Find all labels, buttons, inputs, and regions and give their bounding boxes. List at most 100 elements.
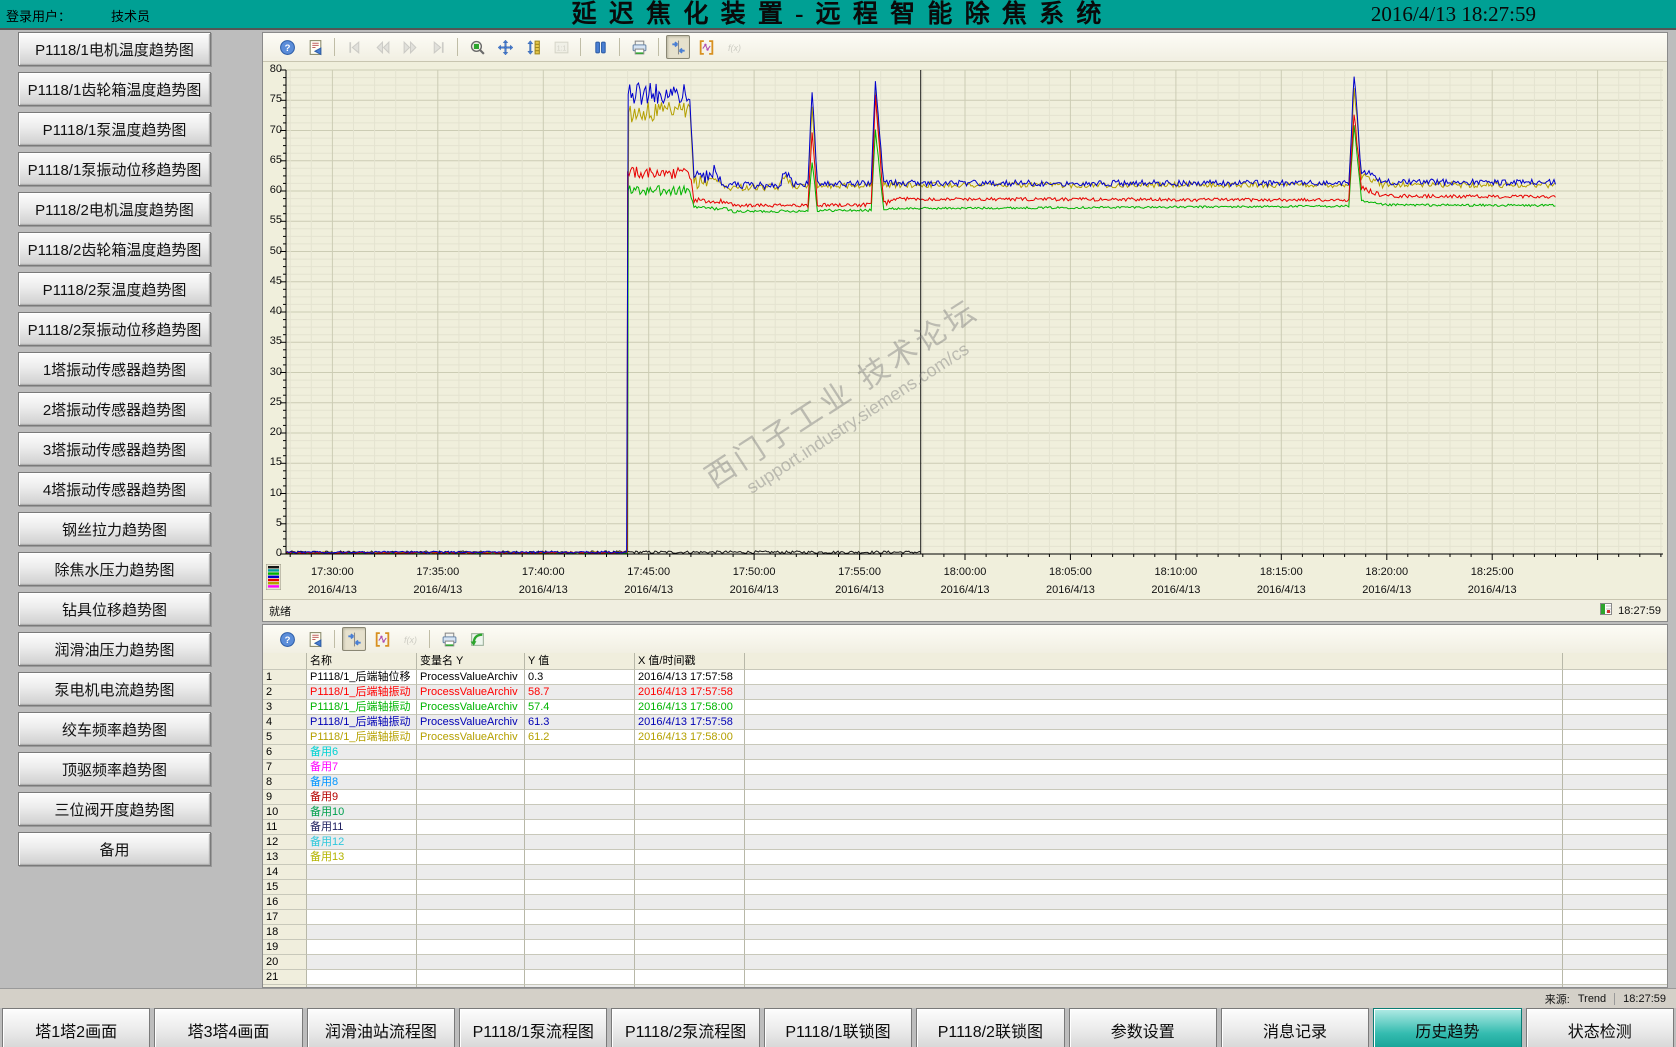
print-icon[interactable] <box>437 627 461 651</box>
sidebar-button-20[interactable]: 三位阀开度趋势图 <box>18 792 211 826</box>
table-cell <box>745 955 1563 970</box>
table-row[interactable]: 12 备用12 <box>263 835 1667 850</box>
sidebar-button-12[interactable]: 4塔振动传感器趋势图 <box>18 472 211 506</box>
sidebar-button-13[interactable]: 钢丝拉力趋势图 <box>18 512 211 546</box>
sidebar-button-15[interactable]: 钻具位移趋势图 <box>18 592 211 626</box>
nav-button-2[interactable]: 塔3塔4画面 <box>154 1008 303 1047</box>
report-icon[interactable] <box>303 35 327 59</box>
table-row[interactable]: 5 P1118/1_后端轴振动 ProcessValueArchiv 61.2 2016… <box>263 730 1667 745</box>
select-icon[interactable] <box>694 35 718 59</box>
ruler-icon[interactable] <box>342 627 366 651</box>
table-row[interactable]: 3 P1118/1_后端轴振动 ProcessValueArchiv 57.4 2016… <box>263 700 1667 715</box>
table-cell <box>525 790 635 805</box>
sidebar-button-2[interactable]: P1118/1齿轮箱温度趋势图 <box>18 72 211 106</box>
table-row[interactable]: 21 <box>263 970 1667 985</box>
x-tick-date: 2016/4/13 <box>1256 583 1306 596</box>
table-row[interactable]: 14 <box>263 865 1667 880</box>
table-cell <box>1563 760 1667 775</box>
table-row[interactable]: 11 备用11 <box>263 820 1667 835</box>
nav-button-9[interactable]: 消息记录 <box>1220 1008 1370 1047</box>
sidebar-button-9[interactable]: 1塔振动传感器趋势图 <box>18 352 211 386</box>
table-row[interactable]: 18 <box>263 925 1667 940</box>
sidebar-button-5[interactable]: P1118/2电机温度趋势图 <box>18 192 211 226</box>
y-axis-tick-label: 50 <box>269 244 282 257</box>
report-icon[interactable] <box>303 627 327 651</box>
nav-button-7[interactable]: P1118/2联锁图 <box>916 1008 1065 1047</box>
sidebar-button-4[interactable]: P1118/1泵振动位移趋势图 <box>18 152 211 186</box>
table-row[interactable]: 1 P1118/1_后端轴位移 ProcessValueArchiv 0.3 2016/… <box>263 670 1667 685</box>
table-cell <box>745 850 1563 865</box>
table-cell: P1118/1_后端轴振动 <box>307 700 417 715</box>
table-row[interactable]: 20 <box>263 955 1667 970</box>
ruler-icon[interactable] <box>666 35 690 59</box>
table-row[interactable]: 19 <box>263 940 1667 955</box>
table-cell <box>635 790 745 805</box>
trend-plot-svg[interactable] <box>280 69 1663 560</box>
nav-button-3[interactable]: 润滑油站流程图 <box>306 1008 456 1047</box>
table-cell <box>1563 895 1667 910</box>
sidebar-button-21[interactable]: 备用 <box>18 832 211 866</box>
table-cell <box>635 760 745 775</box>
y-axis-tick-label: 45 <box>269 274 282 287</box>
x-tick-date: 2016/4/13 <box>518 583 568 596</box>
sidebar-button-18[interactable]: 绞车频率趋势图 <box>18 712 211 746</box>
table-row[interactable]: 2 P1118/1_后端轴振动 ProcessValueArchiv 58.7 2016… <box>263 685 1667 700</box>
table-cell: P1118/1_后端轴振动 <box>307 685 417 700</box>
table-cell <box>1563 790 1667 805</box>
move-icon[interactable] <box>493 35 517 59</box>
table-row[interactable]: 10 备用10 <box>263 805 1667 820</box>
sidebar-button-1[interactable]: P1118/1电机温度趋势图 <box>18 32 211 66</box>
table-cell: ProcessValueArchiv <box>417 700 525 715</box>
nav-button-11[interactable]: 状态检测 <box>1525 1008 1674 1047</box>
toolbar-separator <box>334 38 335 56</box>
help-icon[interactable]: ? <box>275 627 299 651</box>
pause-icon[interactable] <box>588 35 612 59</box>
source-label: 来源: <box>1544 993 1570 1006</box>
table-row[interactable]: 16 <box>263 895 1667 910</box>
vzoom-icon[interactable] <box>521 35 545 59</box>
table-row[interactable]: 4 P1118/1_后端轴振动 ProcessValueArchiv 61.3 2016… <box>263 715 1667 730</box>
x-axis-tick-label: 18:15:00 2016/4/13 <box>1235 564 1327 599</box>
table-row[interactable]: 6 备用6 <box>263 745 1667 760</box>
sidebar-button-3[interactable]: P1118/1泵温度趋势图 <box>18 112 211 146</box>
sidebar-button-14[interactable]: 除焦水压力趋势图 <box>18 552 211 586</box>
sidebar-button-17[interactable]: 泵电机电流趋势图 <box>18 672 211 706</box>
table-row[interactable]: 8 备用8 <box>263 775 1667 790</box>
sidebar-button-7[interactable]: P1118/2泵温度趋势图 <box>18 272 211 306</box>
sidebar-button-8[interactable]: P1118/2泵振动位移趋势图 <box>18 312 211 346</box>
nav-button-10[interactable]: 历史趋势 <box>1373 1008 1522 1047</box>
table-row[interactable]: 9 备用9 <box>263 790 1667 805</box>
nav-button-6[interactable]: P1118/1联锁图 <box>763 1008 913 1047</box>
export-icon[interactable] <box>465 627 489 651</box>
nav-button-1[interactable]: 塔1塔2画面 <box>2 1008 151 1047</box>
x-tick-date: 2016/4/13 <box>1467 583 1517 596</box>
y-axis-tick-label: 80 <box>269 63 282 75</box>
sidebar-button-10[interactable]: 2塔振动传感器趋势图 <box>18 392 211 426</box>
select-icon[interactable] <box>370 627 394 651</box>
help-icon[interactable]: ? <box>275 35 299 59</box>
row-number-cell: 10 <box>263 805 307 820</box>
sidebar-button-11[interactable]: 3塔振动传感器趋势图 <box>18 432 211 466</box>
trend-legend-icon[interactable] <box>265 563 282 595</box>
row-number-cell: 16 <box>263 895 307 910</box>
table-cell <box>307 925 417 940</box>
table-cell <box>635 775 745 790</box>
table-row[interactable]: 22 <box>263 985 1667 987</box>
nav-button-4[interactable]: P1118/1泵流程图 <box>459 1008 608 1047</box>
sidebar-button-16[interactable]: 润滑油压力趋势图 <box>18 632 211 666</box>
nav-button-8[interactable]: 参数设置 <box>1068 1008 1217 1047</box>
print-icon[interactable] <box>627 35 651 59</box>
sidebar-button-6[interactable]: P1118/2齿轮箱温度趋势图 <box>18 232 211 266</box>
trend-plot[interactable]: 西门子工业 技术论坛 support.industry.siemens.com/… <box>280 69 1663 560</box>
table-cell <box>307 940 417 955</box>
table-cell <box>1563 700 1667 715</box>
x-tick-date: 2016/4/13 <box>729 583 779 596</box>
table-row[interactable]: 15 <box>263 880 1667 895</box>
zoom-icon[interactable] <box>465 35 489 59</box>
nav-button-5[interactable]: P1118/2泵流程图 <box>611 1008 760 1047</box>
table-row[interactable]: 13 备用13 <box>263 850 1667 865</box>
table-row[interactable]: 17 <box>263 910 1667 925</box>
sidebar-button-19[interactable]: 顶驱频率趋势图 <box>18 752 211 786</box>
table-cell <box>525 880 635 895</box>
table-row[interactable]: 7 备用7 <box>263 760 1667 775</box>
